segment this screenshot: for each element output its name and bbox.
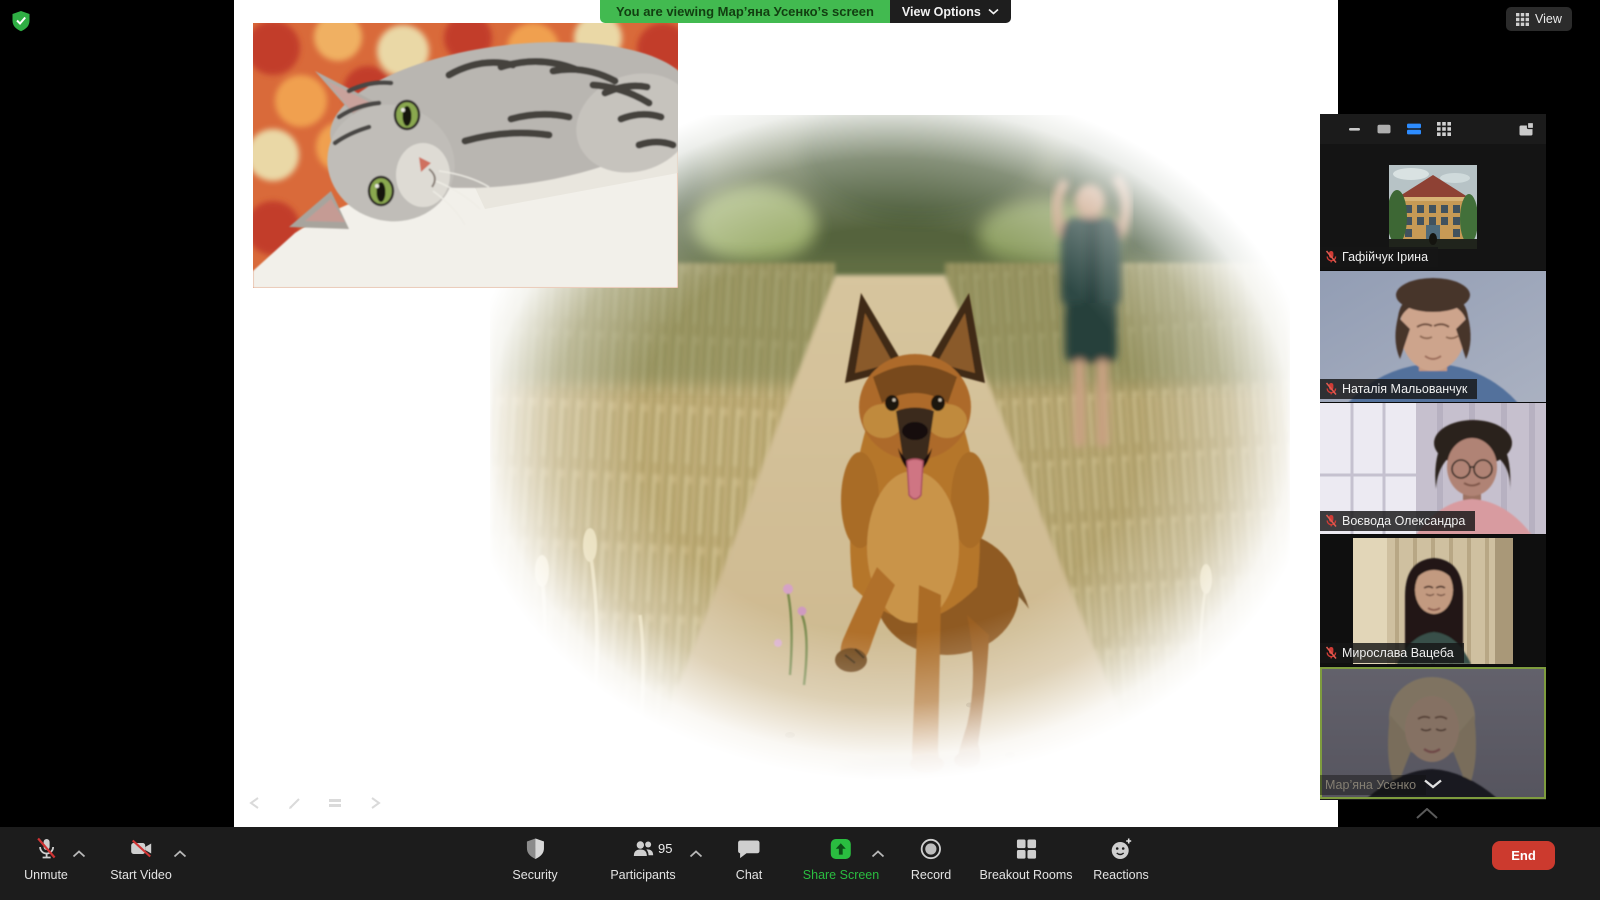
participant-name-chip: Мар’яна Усенко	[1320, 775, 1426, 795]
start-video-button[interactable]: Start Video	[110, 836, 172, 882]
participant-tile[interactable]: Наталія Мальованчук	[1320, 271, 1546, 403]
speaker-view-icon[interactable]	[1377, 123, 1391, 135]
mic-muted-icon	[1325, 382, 1337, 396]
participant-tile-active-speaker[interactable]: Мар’яна Усенко	[1320, 667, 1546, 799]
participants-icon	[630, 836, 656, 862]
popout-panel-icon[interactable]	[1519, 122, 1534, 136]
mic-muted-icon	[1325, 646, 1337, 660]
chevron-down-icon	[988, 8, 999, 15]
participant-name: Наталія Мальованчук	[1342, 382, 1467, 396]
record-button[interactable]: Record	[911, 836, 951, 882]
participant-tile[interactable]: Воєвода Олександра	[1320, 403, 1546, 535]
camera-off-icon	[128, 836, 154, 862]
audio-options-chevron-up[interactable]	[72, 845, 86, 863]
participant-name-chip: Наталія Мальованчук	[1320, 379, 1477, 399]
participants-options-chevron-up[interactable]	[689, 845, 703, 863]
meeting-toolbar: Unmute Start Video Security	[0, 827, 1600, 900]
screen-share-banner: You are viewing Мар’яна Усенко’s screen …	[600, 0, 1011, 23]
share-screen-button[interactable]: Share Screen	[803, 836, 879, 882]
breakout-rooms-label: Breakout Rooms	[979, 868, 1072, 882]
mic-muted-icon	[1325, 250, 1337, 264]
participant-name: Мар’яна Усенко	[1325, 778, 1416, 792]
unmute-button[interactable]: Unmute	[24, 836, 68, 882]
share-options-chevron-up[interactable]	[871, 845, 885, 863]
participant-name-chip: Гафійчук Ірина	[1320, 247, 1438, 267]
participant-name: Воєвода Олександра	[1342, 514, 1465, 528]
participant-name: Мирослава Вацеба	[1342, 646, 1454, 660]
share-screen-icon	[828, 836, 854, 862]
unmute-label: Unmute	[24, 868, 68, 882]
reactions-button[interactable]: Reactions	[1093, 836, 1149, 882]
participant-tile[interactable]: Гафійчук Ірина	[1320, 144, 1546, 271]
reactions-smiley-icon	[1108, 836, 1134, 862]
slide-next-icon	[366, 795, 384, 811]
view-button[interactable]: View	[1506, 7, 1572, 31]
participants-count-badge: 95	[658, 841, 672, 856]
record-icon	[918, 836, 944, 862]
chat-label: Chat	[736, 868, 762, 882]
chat-bubble-icon	[736, 836, 762, 862]
panel-minimize-icon[interactable]	[1348, 123, 1361, 135]
strip-view-icon-active[interactable]	[1407, 123, 1421, 135]
breakout-rooms-icon	[1013, 836, 1039, 862]
security-button[interactable]: Security	[512, 836, 557, 882]
participant-name-chip: Мирослава Вацеба	[1320, 643, 1464, 663]
slide-nav-controls	[246, 795, 384, 811]
security-label: Security	[512, 868, 557, 882]
view-label: View	[1535, 12, 1562, 26]
share-screen-label: Share Screen	[803, 868, 879, 882]
participant-video	[1389, 165, 1477, 249]
reactions-label: Reactions	[1093, 868, 1149, 882]
shared-screen-content	[234, 0, 1338, 827]
security-shield-icon	[522, 836, 548, 862]
zoom-meeting-window: You are viewing Мар’яна Усенко’s screen …	[0, 0, 1600, 900]
background-caret-mark	[1416, 806, 1438, 824]
slide-prev-icon	[246, 795, 264, 811]
record-label: Record	[911, 868, 951, 882]
gallery-view-icon[interactable]	[1437, 122, 1451, 136]
cat-photo	[253, 23, 678, 288]
meeting-info-shield-icon[interactable]	[11, 10, 31, 37]
panel-header	[1320, 114, 1546, 144]
participant-name: Гафійчук Ірина	[1342, 250, 1428, 264]
banner-message: You are viewing Мар’яна Усенко’s screen	[600, 0, 890, 23]
video-options-chevron-up[interactable]	[173, 845, 187, 863]
participant-tile[interactable]: Мирослава Вацеба	[1320, 535, 1546, 667]
participant-name-chip: Воєвода Олександра	[1320, 511, 1475, 531]
view-options-button[interactable]: View Options	[890, 0, 1011, 23]
annotate-pen-icon	[286, 795, 304, 811]
breakout-rooms-button[interactable]: Breakout Rooms	[979, 836, 1072, 882]
participants-panel: Гафійчук Ірина	[1320, 114, 1546, 800]
start-video-label: Start Video	[110, 868, 172, 882]
collapse-strip-chevron-down-icon[interactable]	[1423, 776, 1443, 794]
mic-muted-icon	[1325, 514, 1337, 528]
chat-button[interactable]: Chat	[736, 836, 762, 882]
view-grid-icon	[1516, 13, 1529, 26]
view-options-label: View Options	[902, 5, 981, 19]
end-meeting-button[interactable]: End	[1492, 841, 1555, 870]
mic-muted-icon	[33, 836, 59, 862]
participants-label: Participants	[610, 868, 675, 882]
slides-icon	[326, 795, 344, 811]
